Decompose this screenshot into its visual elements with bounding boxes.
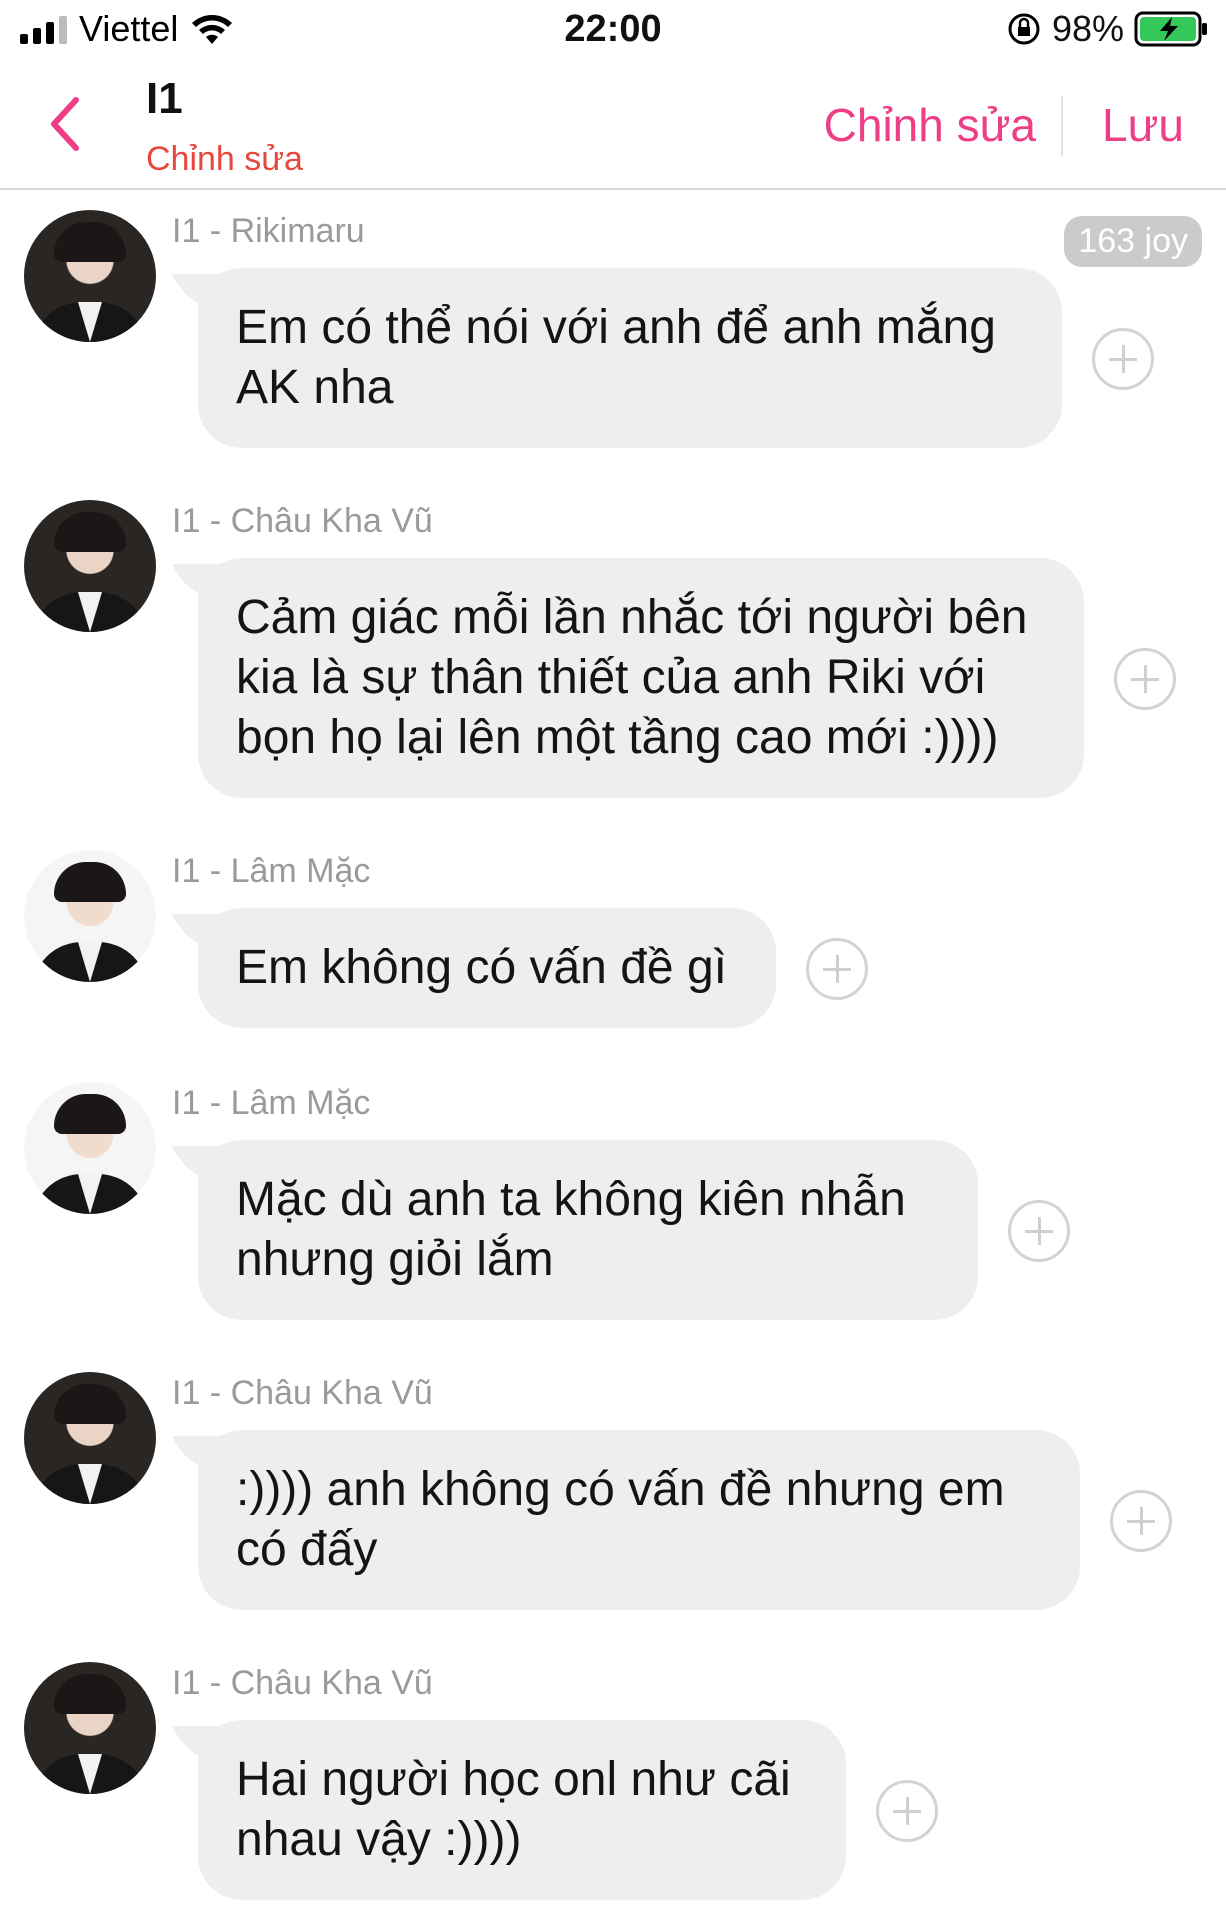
message-line: Cảm giác mỗi lần nhắc tới người bên xyxy=(236,591,1028,644)
rotation-lock-icon xyxy=(1008,13,1040,45)
add-reaction-button[interactable] xyxy=(1110,1490,1172,1552)
avatar xyxy=(24,1662,156,1794)
message-line: Hai người học onl như cãi xyxy=(236,1753,791,1806)
back-chevron-icon[interactable] xyxy=(44,94,84,154)
sender-name: I1 - Châu Kha Vũ xyxy=(172,1664,433,1702)
message-item: I1 - Châu Kha Vũ Hai người học onl như c… xyxy=(0,1662,1226,1912)
status-bar: Viettel 22:00 98% xyxy=(0,0,1226,62)
sender-name: I1 - Rikimaru xyxy=(172,212,365,250)
avatar xyxy=(24,1372,156,1504)
add-reaction-button[interactable] xyxy=(1114,648,1176,710)
message-bubble[interactable]: :)))) anh không có vấn đề nhưng em có đấ… xyxy=(198,1430,1080,1610)
battery-charging-icon xyxy=(1134,11,1207,47)
save-button[interactable]: Lưu xyxy=(1102,98,1184,152)
message-line: AK nha xyxy=(236,361,394,414)
message-line: :)))) anh không có vấn đề nhưng em xyxy=(236,1463,1005,1516)
page-title: I1 xyxy=(146,74,183,123)
sender-name: I1 - Châu Kha Vũ xyxy=(172,502,433,540)
add-reaction-button[interactable] xyxy=(1092,328,1154,390)
message-bubble[interactable]: Cảm giác mỗi lần nhắc tới người bên kia … xyxy=(198,558,1084,798)
sender-name: I1 - Lâm Mặc xyxy=(172,852,371,890)
message-bubble[interactable]: Em không có vấn đề gì xyxy=(198,908,776,1028)
nav-divider xyxy=(1061,96,1063,156)
message-line: có đấy xyxy=(236,1523,378,1576)
avatar xyxy=(24,850,156,982)
message-line: nhau vậy :)))) xyxy=(236,1813,522,1866)
message-bubble[interactable]: Mặc dù anh ta không kiên nhẫn nhưng giỏi… xyxy=(198,1140,978,1320)
nav-bar: I1 Chỉnh sửa Chỉnh sửa Lưu xyxy=(0,62,1226,190)
avatar xyxy=(24,210,156,342)
battery-percent: 98% xyxy=(1051,8,1124,49)
message-item: I1 - Lâm Mặc Em không có vấn đề gì xyxy=(0,850,1226,1040)
message-bubble[interactable]: Em có thể nói với anh để anh mắng AK nha xyxy=(198,268,1062,448)
message-line: nhưng giỏi lắm xyxy=(236,1233,554,1286)
sender-name: I1 - Lâm Mặc xyxy=(172,1084,371,1122)
message-item: I1 - Lâm Mặc Mặc dù anh ta không kiên nh… xyxy=(0,1082,1226,1332)
add-reaction-button[interactable] xyxy=(876,1780,938,1842)
message-item: I1 - Rikimaru Em có thể nói với anh để a… xyxy=(0,210,1226,460)
message-line: Em có thể nói với anh để anh mắng xyxy=(236,301,996,354)
message-line: bọn họ lại lên một tầng cao mới :)))) xyxy=(236,711,999,764)
message-line: Mặc dù anh ta không kiên nhẫn xyxy=(236,1173,906,1226)
add-reaction-button[interactable] xyxy=(1008,1200,1070,1262)
avatar xyxy=(24,1082,156,1214)
page-subtitle: Chỉnh sửa xyxy=(146,140,303,178)
message-item: I1 - Châu Kha Vũ Cảm giác mỗi lần nhắc t… xyxy=(0,500,1226,810)
message-bubble[interactable]: Hai người học onl như cãi nhau vậy :)))) xyxy=(198,1720,846,1900)
avatar xyxy=(24,500,156,632)
sender-name: I1 - Châu Kha Vũ xyxy=(172,1374,433,1412)
add-reaction-button[interactable] xyxy=(806,938,868,1000)
message-line: Em không có vấn đề gì xyxy=(236,941,727,994)
message-line: kia là sự thân thiết của anh Riki với xyxy=(236,651,986,704)
edit-button[interactable]: Chỉnh sửa xyxy=(824,98,1036,152)
status-right: 98% xyxy=(1006,8,1208,50)
message-item: I1 - Châu Kha Vũ :)))) anh không có vấn … xyxy=(0,1372,1226,1622)
